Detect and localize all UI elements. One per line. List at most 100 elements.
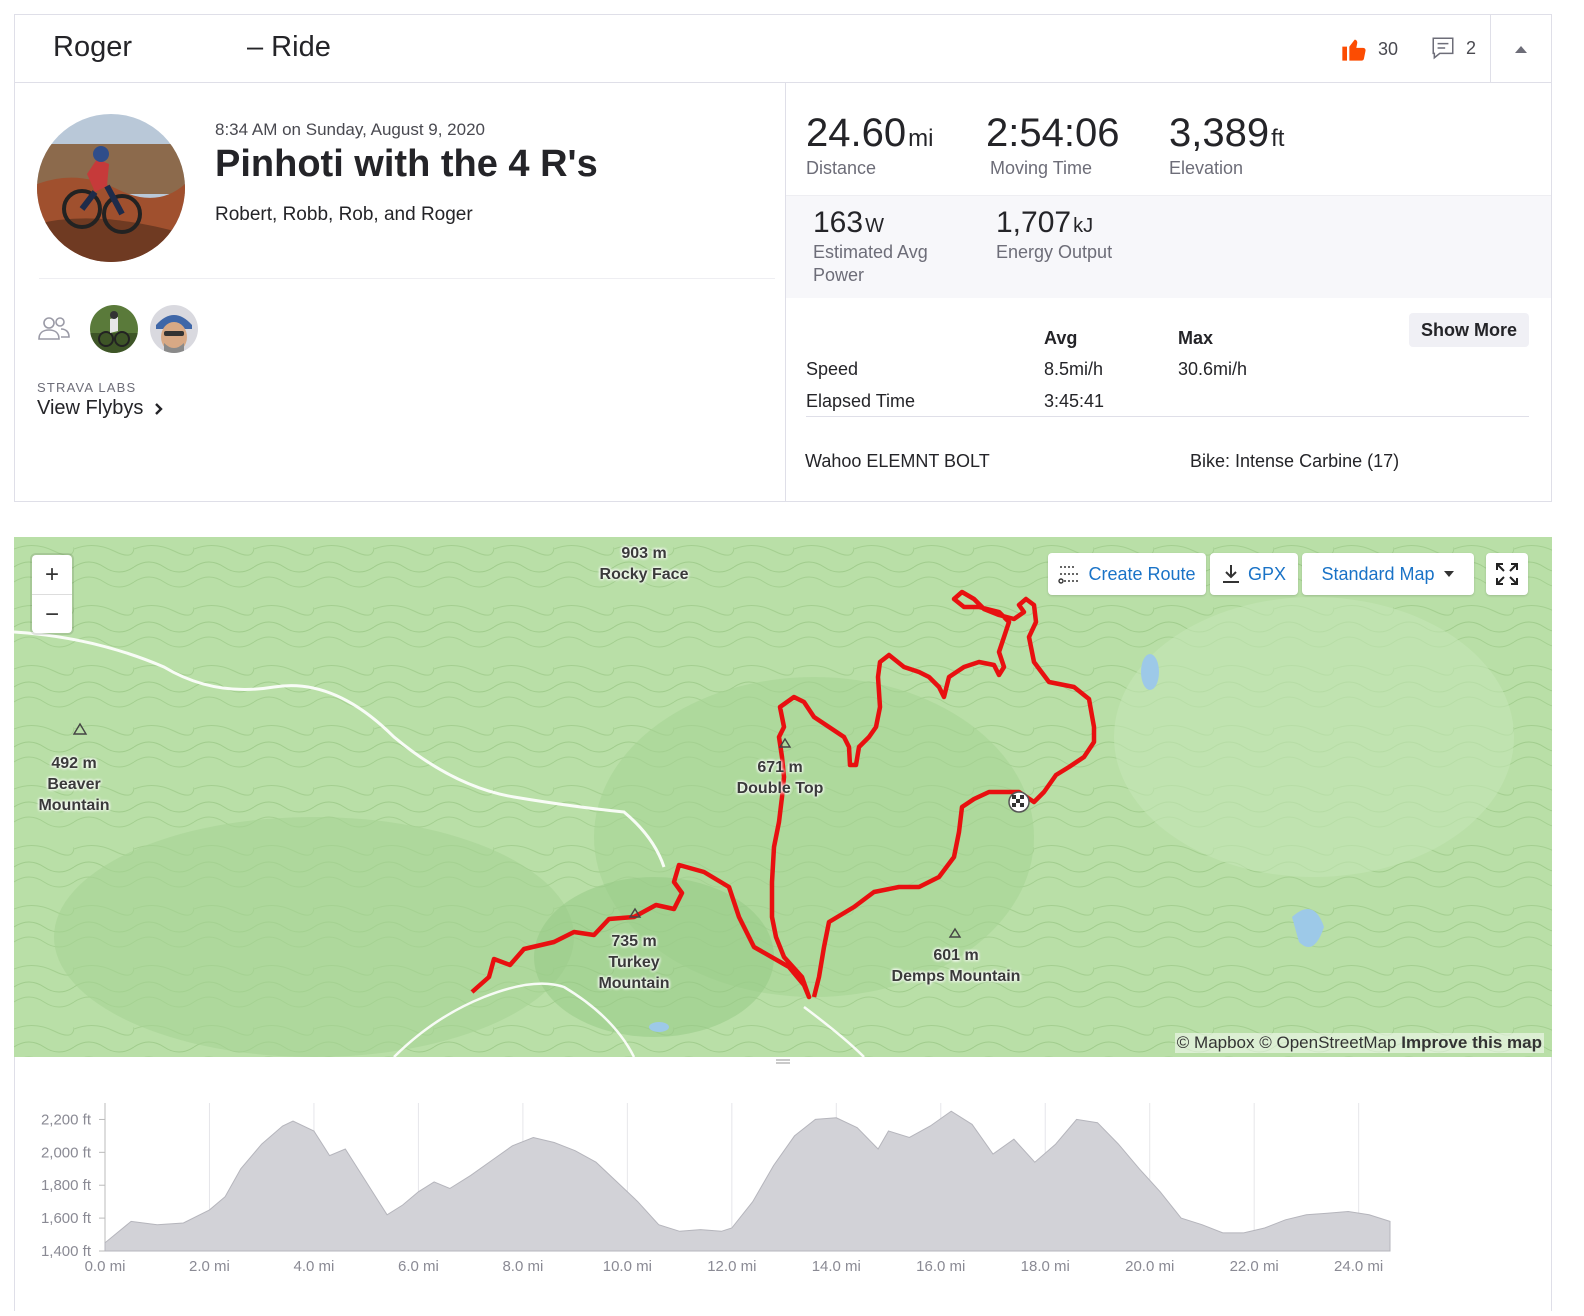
gpx-download-button[interactable]: GPX [1210,553,1298,595]
activity-summary-card: Roger – Ride 30 2 8:34 AM on Sunday, Aug… [14,14,1552,502]
x-tick-label: 6.0 mi [398,1258,439,1275]
y-tick-label: 1,800 ft [41,1177,92,1194]
group-member-avatar[interactable] [150,305,198,353]
x-tick-label: 0.0 mi [85,1258,126,1275]
moving-time-stat: 2:54:06 Moving Time [986,111,1119,179]
x-tick-label: 4.0 mi [294,1258,335,1275]
map-style-label: Standard Map [1321,563,1435,584]
distance-stat: 24.60mi Distance [806,111,933,179]
map-attribution: © Mapbox © OpenStreetMap Improve this ma… [1174,1033,1544,1053]
peak-label-double-top: 671 m Double Top [730,757,830,799]
group-icon [38,317,70,340]
download-icon [1222,565,1239,583]
create-route-label: Create Route [1088,563,1196,584]
kudos-button[interactable]: 30 [1340,35,1398,63]
x-tick-label: 12.0 mi [707,1258,756,1275]
power-label-1: Estimated Avg [813,242,928,262]
fullscreen-button[interactable] [1486,553,1528,595]
improve-map-link[interactable]: Improve this map [1401,1033,1542,1052]
caret-up-icon [1515,45,1527,53]
expand-icon [1496,563,1518,585]
peak-elevation: 601 m [933,947,979,964]
show-more-button[interactable]: Show More [1409,313,1529,347]
bike-name: Bike: Intense Carbine (17) [1190,451,1400,471]
x-tick-label: 14.0 mi [812,1258,861,1275]
power-unit: W [865,215,884,237]
zoom-out-button[interactable]: − [32,595,72,634]
x-tick-label: 24.0 mi [1334,1258,1383,1275]
y-tick-label: 1,400 ft [41,1243,92,1260]
thumbs-up-icon [1342,39,1366,61]
drag-handle-icon[interactable] [775,1057,791,1067]
distance-value: 24.60 [806,111,907,155]
group-member-avatar[interactable] [90,305,138,353]
elevation-unit: ft [1271,125,1285,152]
speed-max: 30.6mi/h [1178,359,1248,379]
x-tick-label: 10.0 mi [603,1258,652,1275]
peak-name: Turkey [608,954,660,971]
athlete-avatar[interactable] [37,114,185,262]
athlete-name-link[interactable]: Roger [53,31,132,64]
speed-avg: 8.5mi/h [1044,359,1104,379]
zoom-in-button[interactable]: + [32,555,72,595]
divider [806,416,1529,417]
caret-down-icon [1443,571,1454,577]
peak-label-beaver-mountain: 492 m Beaver Mountain [34,753,114,816]
route-icon [1058,566,1079,584]
peak-name: Double Top [736,780,824,797]
energy-value: 1,707 [996,206,1072,239]
gpx-label: GPX [1247,563,1286,584]
x-tick-label: 22.0 mi [1230,1258,1279,1275]
view-flybys-link[interactable]: View Flybys [37,397,164,420]
activity-header: Roger – Ride 30 2 [15,15,1551,83]
map-style-dropdown[interactable]: Standard Map [1302,553,1474,595]
peak-label-turkey-mountain: 735 m Turkey Mountain [594,931,674,994]
collapse-button[interactable] [1490,15,1551,82]
energy-unit: kJ [1073,215,1094,237]
power-stat: 163 W Estimated Avg Power [813,206,928,286]
elevation-label: Elevation [1169,158,1244,178]
activity-details: 8:34 AM on Sunday, August 9, 2020 Pinhot… [15,83,785,501]
create-route-button[interactable]: Create Route [1048,553,1206,595]
moving-time-value: 2:54:06 [986,111,1120,155]
activity-title: Pinhoti with the 4 R's [215,143,598,185]
y-tick-label: 1,600 ft [41,1210,92,1227]
distance-label: Distance [806,158,877,178]
peak-name: Rocky Face [599,566,689,583]
peak-elevation: 492 m [51,755,97,772]
activity-date: 8:34 AM on Sunday, August 9, 2020 [215,120,485,139]
divider [39,278,775,279]
attribution-text[interactable]: © Mapbox © OpenStreetMap [1177,1033,1397,1052]
peak-elevation: 735 m [611,933,657,950]
comment-count: 2 [1466,37,1477,58]
peak-label-demps-mountain: 601 m Demps Mountain [886,945,1026,987]
elevation-stat: 3,389ft Elevation [1169,111,1284,179]
peak-name: Demps Mountain [891,968,1021,985]
strava-labs-label: STRAVA LABS [37,380,137,395]
power-label-2: Power [813,265,865,285]
peak-name: Beaver [47,776,101,793]
activity-description: Robert, Robb, Rob, and Roger [215,204,473,225]
comments-button[interactable]: 2 [1430,35,1476,61]
x-tick-label: 2.0 mi [189,1258,230,1275]
power-value: 163 [813,206,864,239]
x-tick-label: 20.0 mi [1125,1258,1174,1275]
view-flybys-label: View Flybys [37,397,144,419]
zoom-control: + − [32,555,72,633]
elevation-chart[interactable]: 0.0 mi 2.0 mi 4.0 mi 6.0 mi 8.0 mi 10.0 mi 12.… [15,1057,1551,1311]
elevation-value: 3,389 [1169,111,1270,155]
elevation-profile[interactable]: 0.0 mi 2.0 mi 4.0 mi 6.0 mi 8.0 mi 10.0 mi 12.… [14,1057,1552,1311]
device-name: Wahoo ELEMNT BOLT [805,451,990,471]
activity-stats: 24.60mi Distance 2:54:06 Moving Time 3,3… [785,83,1551,501]
speed-label: Speed [806,359,859,379]
x-tick-label: 16.0 mi [916,1258,965,1275]
col-avg-header: Avg [1044,328,1078,348]
energy-label: Energy Output [996,242,1113,262]
chevron-right-icon [155,402,164,415]
peak-elevation: 671 m [757,759,803,776]
elapsed-time-avg: 3:45:41 [1044,391,1105,411]
route-map[interactable]: 903 m Rocky Face 492 m Beaver Mountain 6… [14,537,1552,1057]
peak-label-rocky-face: 903 m Rocky Face [594,543,694,585]
x-tick-label: 8.0 mi [502,1258,543,1275]
secondary-stats: 163 W Estimated Avg Power 1,707 kJ Energy … [786,195,1551,298]
